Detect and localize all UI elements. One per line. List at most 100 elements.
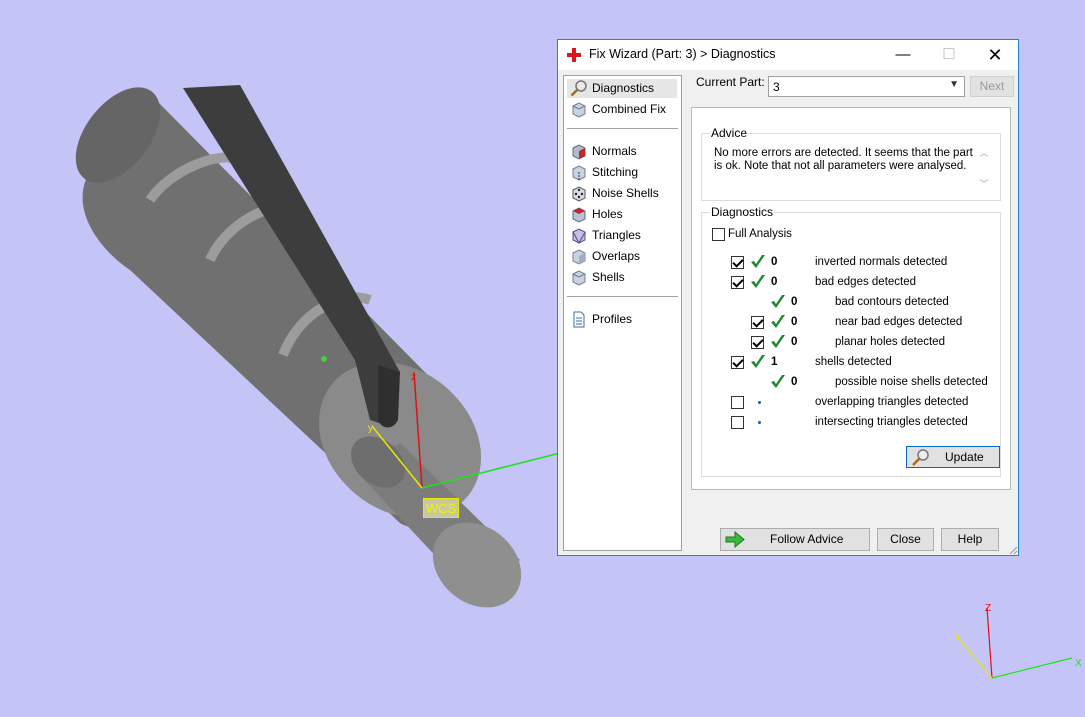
magnifier-icon xyxy=(570,80,587,97)
green-check-icon xyxy=(771,315,785,328)
sidebar-item-label: Profiles xyxy=(592,312,633,326)
row-label: bad edges detected xyxy=(815,276,917,288)
advice-group: Advice No more errors are detected. It s… xyxy=(701,126,1001,201)
full-analysis-checkbox[interactable] xyxy=(712,228,725,241)
fix-wizard-dialog: Fix Wizard (Part: 3) > Diagnostics — ☐ ✕… xyxy=(557,39,1019,556)
row-checkbox[interactable] xyxy=(731,416,744,429)
normals-cube-icon xyxy=(572,144,586,160)
current-part-label: Current Part: xyxy=(696,75,765,89)
follow-advice-button[interactable]: Follow Advice xyxy=(720,528,870,551)
row-label: near bad edges detected xyxy=(835,316,963,328)
diagnostics-panel: Advice No more errors are detected. It s… xyxy=(691,107,1011,490)
cube-icon xyxy=(572,102,586,118)
row-label: possible noise shells detected xyxy=(835,376,988,388)
sidebar-item-label: Holes xyxy=(592,207,623,221)
magnifier-icon xyxy=(912,449,929,466)
sidebar-item-overlaps[interactable]: Overlaps xyxy=(567,247,677,266)
triad-z-label: Z xyxy=(985,603,991,614)
minimize-button[interactable]: — xyxy=(880,40,926,70)
sidebar-item-triangles[interactable]: Triangles xyxy=(567,226,677,245)
orientation-triad: Z Y X xyxy=(954,603,1082,679)
sidebar-item-label: Combined Fix xyxy=(592,102,667,116)
holes-cube-icon xyxy=(572,207,586,223)
close-button[interactable]: Close xyxy=(877,528,934,551)
green-arrow-icon xyxy=(725,531,745,548)
row-count: 0 xyxy=(771,276,778,288)
advice-scrollbar[interactable]: ︿ ﹀ xyxy=(977,146,991,192)
sidebar-item-label: Triangles xyxy=(592,228,641,242)
pending-dot-icon xyxy=(758,421,761,424)
row-count: 0 xyxy=(791,376,798,388)
cylinder-model xyxy=(75,85,522,608)
update-button[interactable]: Update xyxy=(906,446,1000,468)
resize-grip-icon[interactable] xyxy=(1008,545,1018,555)
overlaps-cube-icon xyxy=(572,249,586,265)
green-check-icon xyxy=(751,255,765,268)
pending-dot-icon xyxy=(758,401,761,404)
row-count: 0 xyxy=(771,256,778,268)
window-close-button[interactable]: ✕ xyxy=(972,40,1018,70)
sidebar-separator xyxy=(567,128,678,129)
scroll-down-icon[interactable]: ﹀ xyxy=(977,177,991,190)
document-icon xyxy=(573,311,585,328)
row-checkbox[interactable] xyxy=(731,256,744,269)
triad-y-label: Y xyxy=(954,633,961,644)
sidebar-item-stitching[interactable]: Stitching xyxy=(567,163,677,182)
row-count: 1 xyxy=(771,356,778,368)
sidebar-item-label: Overlaps xyxy=(592,249,641,263)
green-check-icon xyxy=(771,335,785,348)
advice-text: No more errors are detected. It seems th… xyxy=(714,147,973,172)
green-check-icon xyxy=(751,355,765,368)
sidebar-item-label: Normals xyxy=(592,144,637,158)
sidebar-item-combined-fix[interactable]: Combined Fix xyxy=(567,100,677,119)
shells-cube-icon xyxy=(572,270,586,286)
diagnostics-title: Diagnostics xyxy=(710,205,775,219)
app-cross-icon xyxy=(567,48,581,62)
green-check-icon xyxy=(751,275,765,288)
row-count: 0 xyxy=(791,296,798,308)
row-label: inverted normals detected xyxy=(815,256,948,268)
stitching-cube-icon xyxy=(572,165,586,181)
sidebar-separator xyxy=(567,296,678,297)
maximize-button[interactable]: ☐ xyxy=(926,40,972,70)
sidebar-item-label: Stitching xyxy=(592,165,639,179)
update-label: Update xyxy=(945,450,984,464)
row-checkbox[interactable] xyxy=(751,336,764,349)
sidebar-item-normals[interactable]: Normals xyxy=(567,142,677,161)
sidebar-item-label: Shells xyxy=(592,270,625,284)
row-count: 0 xyxy=(791,316,798,328)
row-label: bad contours detected xyxy=(835,296,949,308)
current-part-select[interactable]: 3 ▼ xyxy=(768,76,965,97)
dialog-title: Fix Wizard (Part: 3) > Diagnostics xyxy=(589,47,776,61)
row-checkbox[interactable] xyxy=(731,356,744,369)
sidebar-item-label: Noise Shells xyxy=(592,186,659,200)
diagnostics-group: Diagnostics Full Analysis 0 inverted norm… xyxy=(701,205,1001,477)
row-checkbox[interactable] xyxy=(751,316,764,329)
next-button[interactable]: Next xyxy=(970,76,1014,97)
sidebar-item-diagnostics[interactable]: Diagnostics xyxy=(567,79,677,98)
row-checkbox[interactable] xyxy=(731,396,744,409)
title-bar[interactable]: Fix Wizard (Part: 3) > Diagnostics — ☐ ✕ xyxy=(558,40,1018,70)
wcs-label: WCS xyxy=(423,498,459,518)
dice-icon xyxy=(572,186,586,202)
sidebar-item-holes[interactable]: Holes xyxy=(567,205,677,224)
row-label: intersecting triangles detected xyxy=(815,416,968,428)
row-label: planar holes detected xyxy=(835,336,945,348)
svg-text:y: y xyxy=(368,423,373,434)
row-checkbox[interactable] xyxy=(731,276,744,289)
sidebar-item-profiles[interactable]: Profiles xyxy=(567,310,677,329)
full-analysis-label[interactable]: Full Analysis xyxy=(728,228,792,240)
scroll-up-icon[interactable]: ︿ xyxy=(977,146,991,159)
triangles-icon xyxy=(572,228,586,244)
row-count: 0 xyxy=(791,336,798,348)
sidebar-item-shells[interactable]: Shells xyxy=(567,268,677,287)
sidebar-item-noise-shells[interactable]: Noise Shells xyxy=(567,184,677,203)
green-check-icon xyxy=(771,375,785,388)
current-part-value: 3 xyxy=(773,80,780,94)
follow-advice-label: Follow Advice xyxy=(770,532,844,546)
help-button[interactable]: Help xyxy=(941,528,999,551)
triad-x-label: X xyxy=(1075,658,1082,669)
sidebar-item-label: Diagnostics xyxy=(592,81,655,95)
chevron-down-icon: ▼ xyxy=(949,79,959,90)
wizard-sidebar: Diagnostics Combined Fix Normals Stitchi… xyxy=(563,75,682,551)
